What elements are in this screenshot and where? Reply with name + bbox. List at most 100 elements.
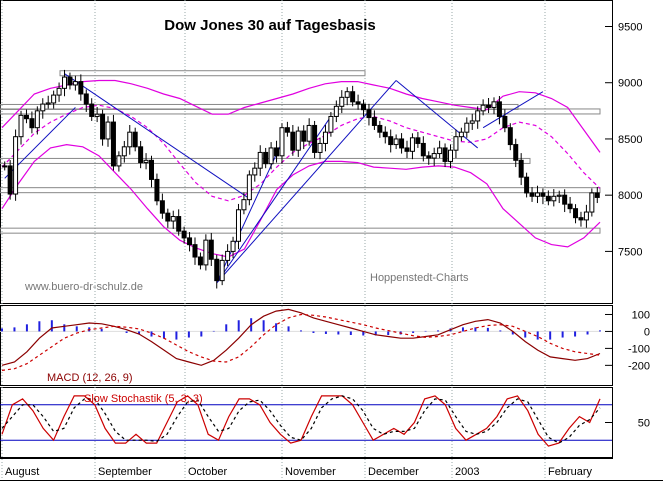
macd-tick-label-1: 0: [644, 326, 650, 338]
candle-body-75: [409, 137, 415, 152]
candle-body-20: [110, 121, 116, 167]
candle-body-91: [496, 101, 502, 117]
candle-body-54: [295, 130, 301, 151]
candle-body-37: [203, 239, 209, 266]
candle-body-66: [361, 103, 367, 111]
price-tick-label-3: 9000: [618, 78, 642, 90]
candle-body-94: [513, 144, 519, 161]
dow-jones-chart: 7500 8000 8500 9000 9500 August September Octob…: [0, 0, 663, 481]
candle-body-18: [100, 113, 106, 140]
candle-body-93: [507, 127, 513, 146]
candle-body-43: [235, 209, 241, 242]
candle-body-74: [404, 147, 410, 152]
candle-body-84: [458, 131, 464, 138]
candle-body-31: [170, 216, 176, 222]
candle-body-4: [23, 114, 29, 120]
candle-body-24: [132, 131, 138, 148]
candle-body-52: [284, 127, 290, 133]
candle-body-7: [40, 103, 46, 112]
candle-body-32: [176, 216, 182, 232]
candle-body-19: [105, 121, 111, 140]
candle-body-79: [431, 153, 437, 159]
candle-body-104: [567, 203, 573, 210]
month-label-6: February: [548, 466, 593, 478]
candle-body-67: [366, 109, 372, 119]
candle-body-6: [34, 110, 40, 129]
candle-body-8: [45, 102, 51, 105]
stochastic-label: Slow Stochastik (5, 3, 3): [84, 393, 203, 405]
candle-body-34: [187, 237, 193, 246]
candle-body-12: [67, 76, 73, 86]
candle-body-109: [594, 192, 600, 198]
candle-body-0: [2, 165, 8, 168]
candle-body-40: [219, 259, 225, 282]
candle-body-21: [116, 155, 122, 167]
candle-body-33: [181, 230, 187, 239]
candle-body-56: [306, 124, 312, 142]
candle-body-28: [154, 178, 160, 202]
candle-body-27: [149, 159, 154, 180]
candle-body-30: [165, 212, 171, 222]
candle-body-3: [18, 114, 24, 138]
candle-body-57: [312, 124, 318, 153]
candle-body-87: [475, 110, 481, 122]
candle-body-44: [241, 199, 247, 211]
month-label-5: 2003: [455, 466, 479, 478]
price-tick-label-4: 9500: [618, 21, 642, 33]
candle-body-102: [556, 194, 562, 197]
candle-body-22: [121, 146, 127, 157]
month-label-1: September: [98, 466, 152, 478]
candle-body-11: [62, 76, 68, 89]
month-label-0: August: [5, 466, 39, 478]
candle-body-106: [578, 217, 584, 221]
macd-tick-label-2: -100: [628, 343, 650, 355]
candle-body-100: [545, 195, 551, 202]
candle-body-62: [339, 96, 345, 107]
candle-body-77: [420, 142, 426, 157]
macd-tick-label-0: 100: [632, 309, 650, 321]
candle-body-96: [524, 176, 530, 194]
candle-body-5: [29, 118, 35, 129]
candle-body-89: [486, 104, 492, 108]
candle-body-49: [268, 147, 274, 165]
price-tick-label-2: 8500: [618, 134, 642, 146]
candle-body-70: [382, 131, 388, 138]
candle-body-95: [518, 159, 524, 178]
candle-body-2: [13, 136, 19, 195]
candle-body-48: [263, 151, 269, 165]
price-tick-label-1: 8000: [618, 190, 642, 202]
candle-body-68: [371, 117, 377, 126]
candle-body-97: [529, 192, 535, 197]
candle-body-92: [502, 115, 508, 129]
candle-body-76: [415, 137, 421, 144]
candle-body-72: [393, 138, 399, 146]
candle-body-64: [350, 91, 356, 103]
candle-body-80: [437, 147, 443, 155]
candle-body-25: [138, 146, 144, 164]
chart-canvas: 7500 8000 8500 9000 9500 August September Octob…: [0, 0, 663, 481]
candle-body-35: [192, 244, 198, 258]
candle-body-99: [540, 192, 546, 197]
candle-body-14: [78, 81, 84, 95]
stochastic-tick-label-0: 50: [638, 418, 650, 430]
price-tick-label-0: 7500: [618, 246, 642, 258]
candle-body-23: [127, 131, 133, 148]
macd-label: MACD (12, 26, 9): [47, 372, 133, 384]
candle-body-38: [208, 239, 214, 260]
candle-body-107: [583, 211, 589, 221]
candle-body-90: [491, 101, 497, 108]
candle-body-13: [72, 81, 78, 86]
candle-body-88: [480, 104, 486, 112]
month-label-2: October: [188, 466, 227, 478]
month-label-4: December: [368, 466, 419, 478]
candle-body-71: [388, 136, 394, 146]
candle-body-105: [573, 208, 579, 219]
candle-body-98: [534, 192, 540, 197]
candle-body-60: [328, 115, 334, 133]
candle-body-73: [399, 138, 405, 149]
candle-body-82: [448, 149, 453, 162]
candle-body-59: [322, 131, 328, 144]
candle-body-47: [257, 151, 263, 169]
source-text: Hoppenstedt-Charts: [370, 272, 469, 284]
candle-body-65: [355, 101, 361, 105]
